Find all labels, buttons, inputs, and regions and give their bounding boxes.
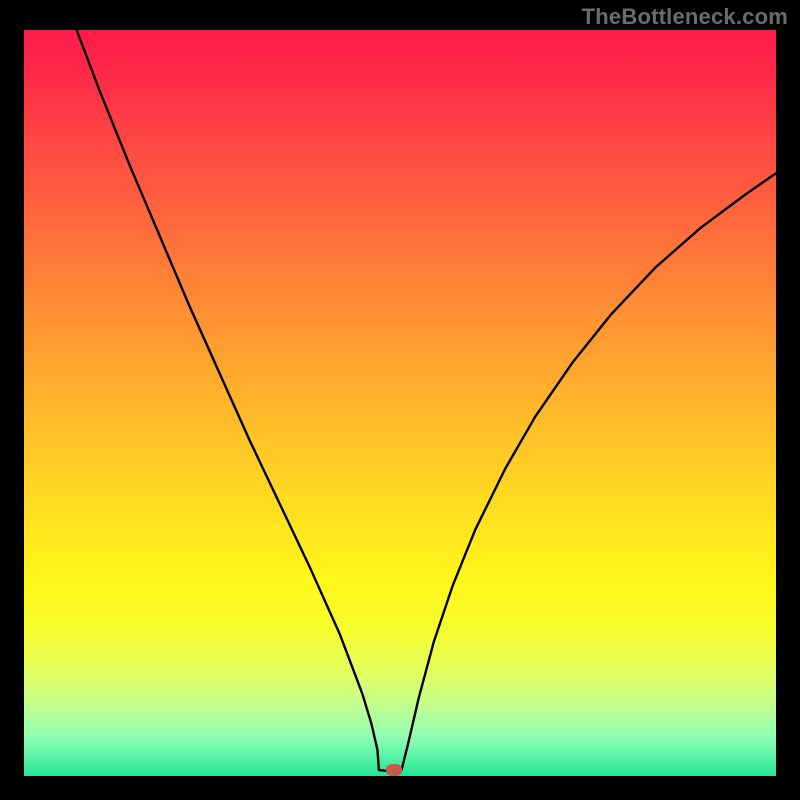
optimum-marker [386, 764, 402, 776]
watermark-text: TheBottleneck.com [582, 4, 788, 30]
chart-frame: TheBottleneck.com [0, 0, 800, 800]
plot-area [24, 30, 776, 776]
bottleneck-curve [77, 30, 776, 772]
curve-svg [24, 30, 776, 776]
